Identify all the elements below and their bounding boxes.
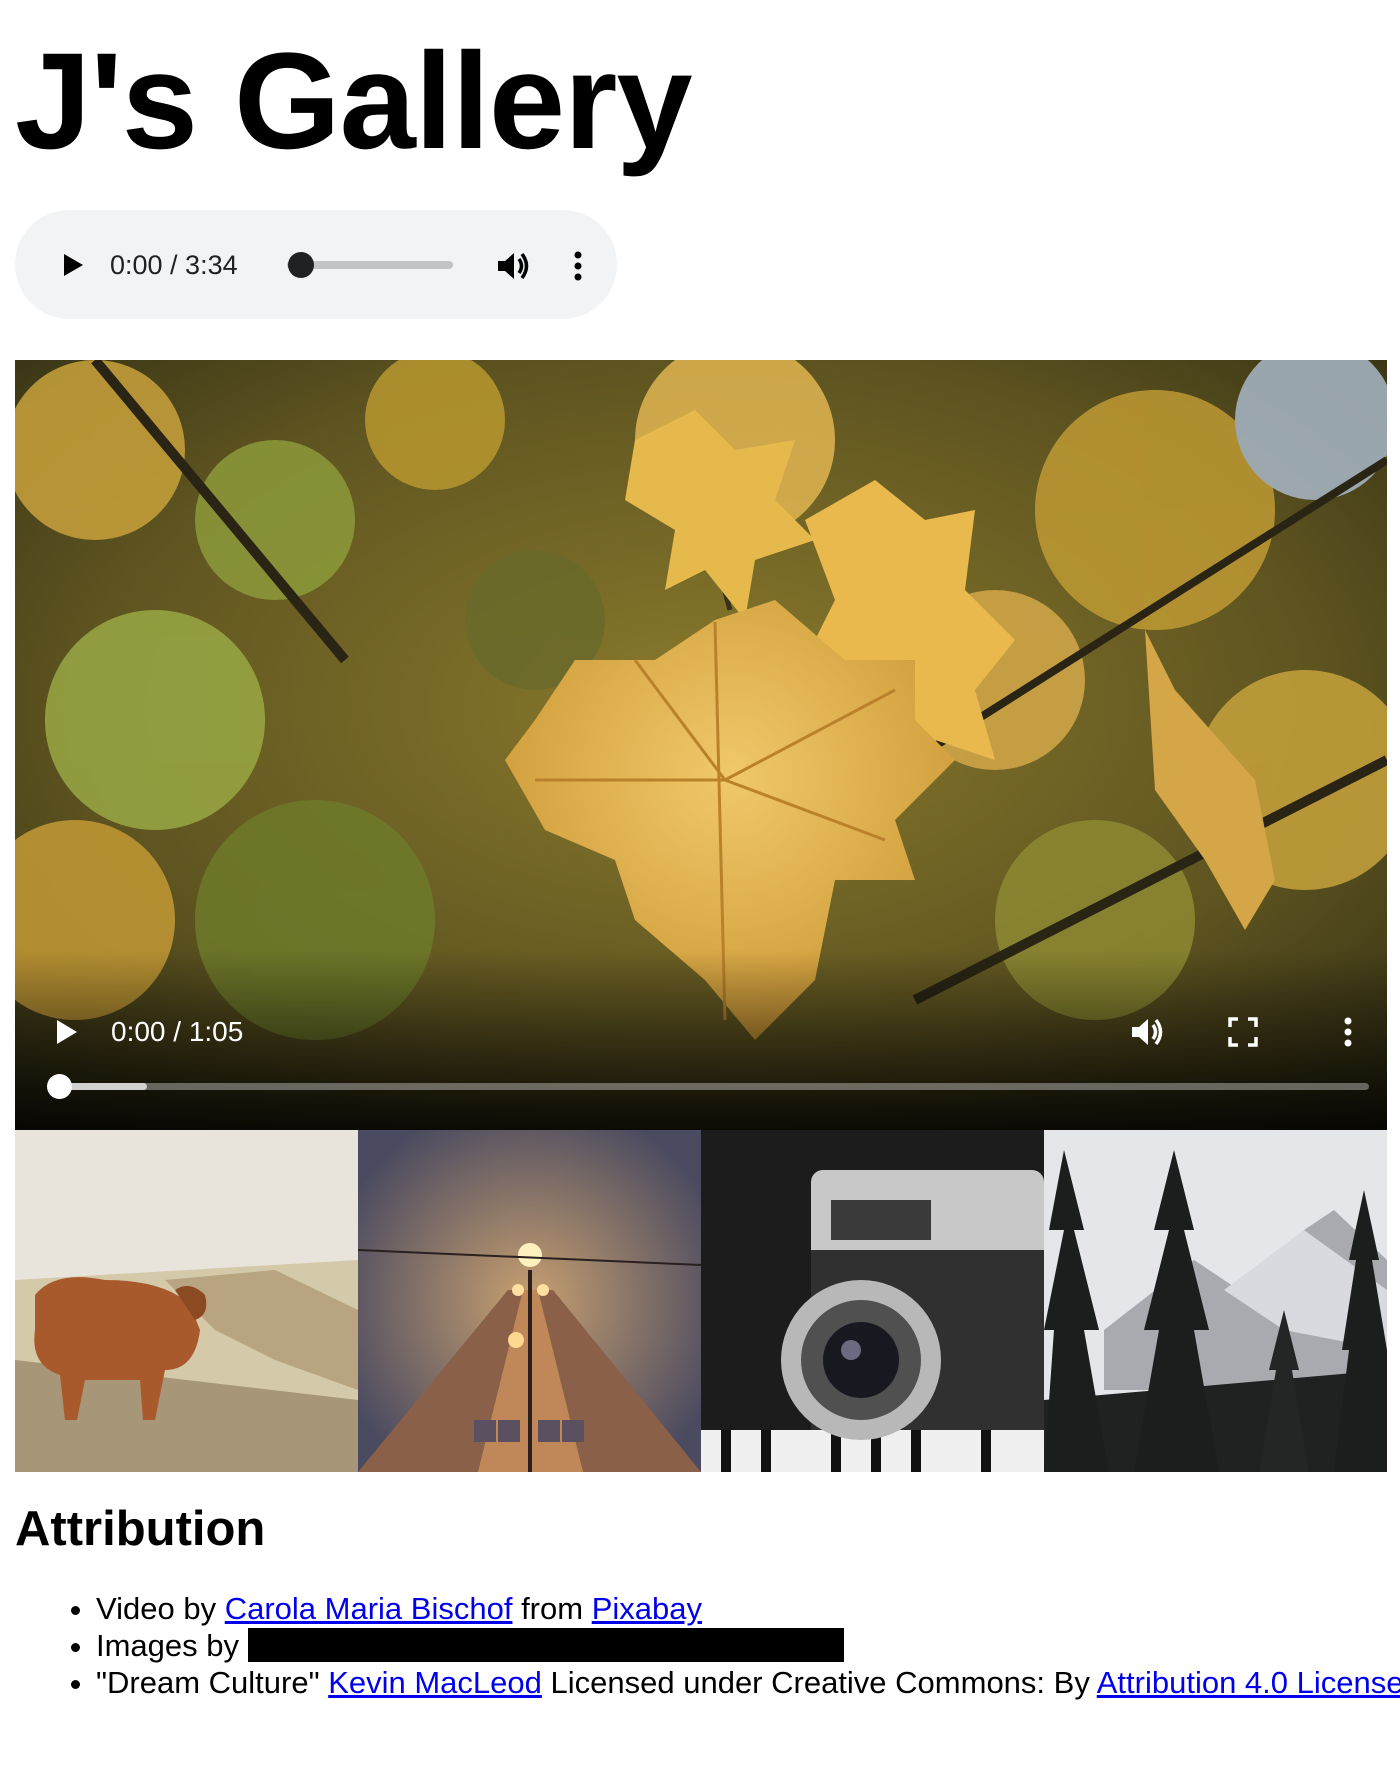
- thumbnail-railway-platform[interactable]: [358, 1130, 701, 1472]
- video-credit-prefix: Video by: [96, 1591, 217, 1626]
- music-author-link[interactable]: Kevin MacLeod: [328, 1665, 542, 1700]
- video-progress-track[interactable]: [59, 1083, 1369, 1090]
- list-item: Video by Carola Maria Bischof from Pixab…: [96, 1590, 1400, 1627]
- volume-icon[interactable]: [1127, 1012, 1167, 1052]
- play-icon[interactable]: [50, 1016, 82, 1048]
- pixabay-link[interactable]: Pixabay: [592, 1591, 702, 1626]
- audio-player[interactable]: 0:00 / 3:34: [15, 210, 617, 319]
- thumbnail-mountain-forest[interactable]: [1044, 1130, 1387, 1472]
- play-icon[interactable]: [55, 248, 89, 282]
- images-credit-prefix: Images by: [96, 1628, 240, 1663]
- license-link[interactable]: Attribution 4.0 License: [1097, 1665, 1400, 1700]
- highland-cow-image: [15, 1130, 358, 1472]
- music-title: "Dream Culture": [96, 1665, 320, 1700]
- attribution-heading: Attribution: [15, 1502, 266, 1556]
- list-item: Images by: [96, 1627, 1400, 1664]
- list-item: "Dream Culture" Kevin MacLeod Licensed u…: [96, 1664, 1400, 1701]
- mountain-forest-image: [1044, 1130, 1387, 1472]
- railway-platform-image: [358, 1130, 701, 1472]
- fullscreen-icon[interactable]: [1225, 1014, 1261, 1050]
- vintage-camera-image: [701, 1130, 1044, 1472]
- redacted-bar: [247, 1628, 844, 1662]
- attribution-list: Video by Carola Maria Bischof from Pixab…: [15, 1590, 1400, 1701]
- audio-time: 0:00 / 3:34: [110, 250, 238, 280]
- license-text: Licensed under Creative Commons: By: [550, 1665, 1090, 1700]
- video-progress-knob[interactable]: [47, 1074, 72, 1099]
- video-player[interactable]: 0:00 / 1:05: [15, 360, 1387, 1130]
- thumbnail-vintage-camera[interactable]: [701, 1130, 1044, 1472]
- video-author-link[interactable]: Carola Maria Bischof: [225, 1591, 513, 1626]
- video-credit-middle: from: [521, 1591, 584, 1626]
- page-title: J's Gallery: [15, 25, 693, 178]
- thumbnail-highland-cow[interactable]: [15, 1130, 358, 1472]
- volume-icon[interactable]: [493, 246, 533, 286]
- more-options-icon[interactable]: [1333, 1012, 1363, 1052]
- video-buffered-bar: [59, 1083, 147, 1090]
- audio-progress-knob[interactable]: [288, 252, 314, 278]
- video-time: 0:00 / 1:05: [111, 1016, 244, 1047]
- more-options-icon[interactable]: [563, 246, 593, 286]
